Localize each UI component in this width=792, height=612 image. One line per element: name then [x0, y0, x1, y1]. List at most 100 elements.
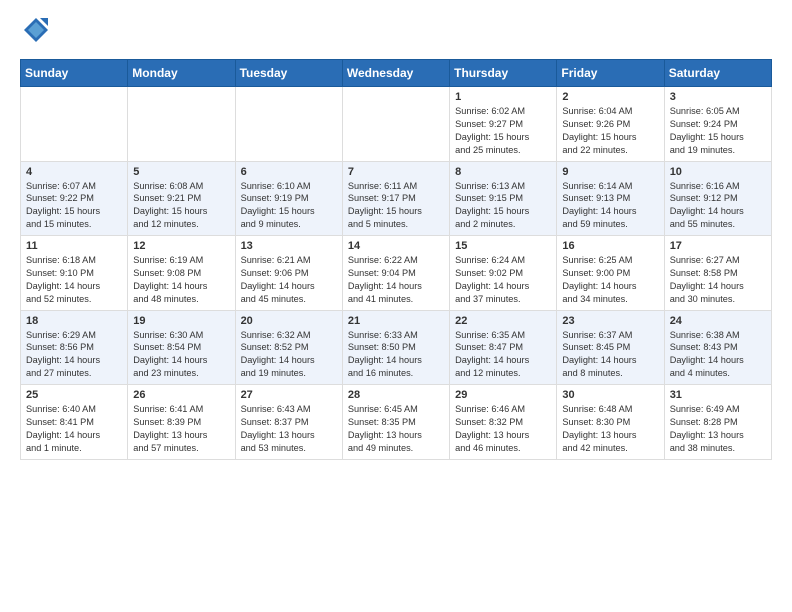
cell-content: Sunrise: 6:38 AM Sunset: 8:43 PM Dayligh…: [670, 329, 766, 381]
calendar-cell: 16 Sunrise: 6:25 AM Sunset: 9:00 PM Dayli…: [557, 236, 664, 311]
day-number: 23: [562, 315, 658, 327]
day-number: 25: [26, 389, 122, 401]
cell-content: Sunrise: 6:16 AM Sunset: 9:12 PM Dayligh…: [670, 180, 766, 232]
cell-content: Sunrise: 6:10 AM Sunset: 9:19 PM Dayligh…: [241, 180, 337, 232]
calendar-cell: 30Sunrise: 6:48 AM Sunset: 8:30 PM Dayli…: [557, 385, 664, 460]
calendar-cell: 26Sunrise: 6:41 AM Sunset: 8:39 PM Dayli…: [128, 385, 235, 460]
day-number: 16: [562, 240, 658, 252]
day-number: 4: [26, 166, 122, 178]
day-number: 18: [26, 315, 122, 327]
cell-content: Sunrise: 6:21 AM Sunset: 9:06 PM Dayligh…: [241, 254, 337, 306]
day-number: 13: [241, 240, 337, 252]
calendar-cell: 24 Sunrise: 6:38 AM Sunset: 8:43 PM Dayli…: [664, 310, 771, 385]
cell-content: Sunrise: 6:35 AM Sunset: 8:47 PM Dayligh…: [455, 329, 551, 381]
cell-content: Sunrise: 6:14 AM Sunset: 9:13 PM Dayligh…: [562, 180, 658, 232]
calendar-cell: [342, 87, 449, 162]
cell-content: Sunrise: 6:45 AM Sunset: 8:35 PM Dayligh…: [348, 403, 444, 455]
calendar-cell: 8 Sunrise: 6:13 AM Sunset: 9:15 PM Daylig…: [450, 161, 557, 236]
calendar-cell: 19 Sunrise: 6:30 AM Sunset: 8:54 PM Dayli…: [128, 310, 235, 385]
calendar-header-row: SundayMondayTuesdayWednesdayThursdayFrid…: [21, 60, 772, 87]
cell-content: Sunrise: 6:24 AM Sunset: 9:02 PM Dayligh…: [455, 254, 551, 306]
calendar-cell: 11 Sunrise: 6:18 AM Sunset: 9:10 PM Dayli…: [21, 236, 128, 311]
day-header-saturday: Saturday: [664, 60, 771, 87]
day-number: 11: [26, 240, 122, 252]
day-number: 10: [670, 166, 766, 178]
day-number: 9: [562, 166, 658, 178]
calendar-cell: 12 Sunrise: 6:19 AM Sunset: 9:08 PM Dayli…: [128, 236, 235, 311]
calendar-cell: 28 Sunrise: 6:45 AM Sunset: 8:35 PM Dayli…: [342, 385, 449, 460]
cell-content: Sunrise: 6:49 AM Sunset: 8:28 PM Dayligh…: [670, 403, 766, 455]
cell-content: Sunrise: 6:33 AM Sunset: 8:50 PM Dayligh…: [348, 329, 444, 381]
day-number: 3: [670, 91, 766, 103]
calendar-cell: 1Sunrise: 6:02 AM Sunset: 9:27 PM Daylig…: [450, 87, 557, 162]
calendar-cell: 14Sunrise: 6:22 AM Sunset: 9:04 PM Dayli…: [342, 236, 449, 311]
cell-content: Sunrise: 6:22 AM Sunset: 9:04 PM Dayligh…: [348, 254, 444, 306]
day-number: 6: [241, 166, 337, 178]
calendar-cell: 20Sunrise: 6:32 AM Sunset: 8:52 PM Dayli…: [235, 310, 342, 385]
day-header-wednesday: Wednesday: [342, 60, 449, 87]
calendar-table: SundayMondayTuesdayWednesdayThursdayFrid…: [20, 59, 772, 460]
calendar-cell: [235, 87, 342, 162]
day-number: 24: [670, 315, 766, 327]
day-header-thursday: Thursday: [450, 60, 557, 87]
day-number: 12: [133, 240, 229, 252]
cell-content: Sunrise: 6:46 AM Sunset: 8:32 PM Dayligh…: [455, 403, 551, 455]
calendar-week-row: 11 Sunrise: 6:18 AM Sunset: 9:10 PM Dayli…: [21, 236, 772, 311]
calendar-week-row: 25 Sunrise: 6:40 AM Sunset: 8:41 PM Dayli…: [21, 385, 772, 460]
calendar-week-row: 4 Sunrise: 6:07 AM Sunset: 9:22 PM Daylig…: [21, 161, 772, 236]
day-number: 19: [133, 315, 229, 327]
logo: [20, 16, 50, 49]
cell-content: Sunrise: 6:13 AM Sunset: 9:15 PM Dayligh…: [455, 180, 551, 232]
calendar-cell: 18 Sunrise: 6:29 AM Sunset: 8:56 PM Dayli…: [21, 310, 128, 385]
cell-content: Sunrise: 6:18 AM Sunset: 9:10 PM Dayligh…: [26, 254, 122, 306]
calendar-cell: 25 Sunrise: 6:40 AM Sunset: 8:41 PM Dayli…: [21, 385, 128, 460]
cell-content: Sunrise: 6:30 AM Sunset: 8:54 PM Dayligh…: [133, 329, 229, 381]
day-number: 8: [455, 166, 551, 178]
cell-content: Sunrise: 6:43 AM Sunset: 8:37 PM Dayligh…: [241, 403, 337, 455]
day-number: 21: [348, 315, 444, 327]
day-header-sunday: Sunday: [21, 60, 128, 87]
day-number: 29: [455, 389, 551, 401]
calendar-cell: 15 Sunrise: 6:24 AM Sunset: 9:02 PM Dayli…: [450, 236, 557, 311]
day-number: 28: [348, 389, 444, 401]
day-number: 31: [670, 389, 766, 401]
calendar-cell: 6 Sunrise: 6:10 AM Sunset: 9:19 PM Daylig…: [235, 161, 342, 236]
day-header-tuesday: Tuesday: [235, 60, 342, 87]
day-header-monday: Monday: [128, 60, 235, 87]
calendar-week-row: 18 Sunrise: 6:29 AM Sunset: 8:56 PM Dayli…: [21, 310, 772, 385]
calendar-cell: 9 Sunrise: 6:14 AM Sunset: 9:13 PM Daylig…: [557, 161, 664, 236]
calendar-cell: [21, 87, 128, 162]
calendar-cell: 23 Sunrise: 6:37 AM Sunset: 8:45 PM Dayli…: [557, 310, 664, 385]
cell-content: Sunrise: 6:29 AM Sunset: 8:56 PM Dayligh…: [26, 329, 122, 381]
cell-content: Sunrise: 6:27 AM Sunset: 8:58 PM Dayligh…: [670, 254, 766, 306]
day-number: 22: [455, 315, 551, 327]
cell-content: Sunrise: 6:37 AM Sunset: 8:45 PM Dayligh…: [562, 329, 658, 381]
day-header-friday: Friday: [557, 60, 664, 87]
day-number: 5: [133, 166, 229, 178]
day-number: 15: [455, 240, 551, 252]
calendar-cell: 13 Sunrise: 6:21 AM Sunset: 9:06 PM Dayli…: [235, 236, 342, 311]
cell-content: Sunrise: 6:32 AM Sunset: 8:52 PM Dayligh…: [241, 329, 337, 381]
calendar-cell: 7Sunrise: 6:11 AM Sunset: 9:17 PM Daylig…: [342, 161, 449, 236]
cell-content: Sunrise: 6:41 AM Sunset: 8:39 PM Dayligh…: [133, 403, 229, 455]
calendar-cell: 22 Sunrise: 6:35 AM Sunset: 8:47 PM Dayli…: [450, 310, 557, 385]
day-number: 7: [348, 166, 444, 178]
page: SundayMondayTuesdayWednesdayThursdayFrid…: [0, 0, 792, 476]
calendar-cell: 4 Sunrise: 6:07 AM Sunset: 9:22 PM Daylig…: [21, 161, 128, 236]
day-number: 30: [562, 389, 658, 401]
calendar-cell: 2Sunrise: 6:04 AM Sunset: 9:26 PM Daylig…: [557, 87, 664, 162]
calendar-cell: 3 Sunrise: 6:05 AM Sunset: 9:24 PM Daylig…: [664, 87, 771, 162]
cell-content: Sunrise: 6:08 AM Sunset: 9:21 PM Dayligh…: [133, 180, 229, 232]
calendar-cell: [128, 87, 235, 162]
cell-content: Sunrise: 6:05 AM Sunset: 9:24 PM Dayligh…: [670, 105, 766, 157]
cell-content: Sunrise: 6:19 AM Sunset: 9:08 PM Dayligh…: [133, 254, 229, 306]
cell-content: Sunrise: 6:25 AM Sunset: 9:00 PM Dayligh…: [562, 254, 658, 306]
calendar-cell: 5 Sunrise: 6:08 AM Sunset: 9:21 PM Daylig…: [128, 161, 235, 236]
day-number: 27: [241, 389, 337, 401]
cell-content: Sunrise: 6:07 AM Sunset: 9:22 PM Dayligh…: [26, 180, 122, 232]
logo-icon: [22, 16, 50, 44]
calendar-cell: 31 Sunrise: 6:49 AM Sunset: 8:28 PM Dayli…: [664, 385, 771, 460]
cell-content: Sunrise: 6:40 AM Sunset: 8:41 PM Dayligh…: [26, 403, 122, 455]
calendar-cell: 10 Sunrise: 6:16 AM Sunset: 9:12 PM Dayli…: [664, 161, 771, 236]
day-number: 17: [670, 240, 766, 252]
